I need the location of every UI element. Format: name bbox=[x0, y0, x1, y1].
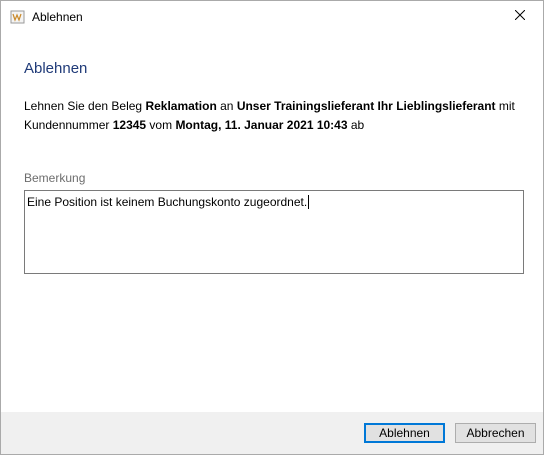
message-text: mit bbox=[495, 99, 515, 113]
reject-button[interactable]: Ablehnen bbox=[364, 423, 445, 443]
remark-label: Bemerkung bbox=[24, 171, 86, 185]
message-text: Kundennummer bbox=[24, 118, 113, 132]
document-date: Montag, 11. Januar 2021 10:43 bbox=[175, 118, 348, 132]
dialog-heading: Ablehnen bbox=[24, 60, 88, 77]
close-icon bbox=[514, 9, 526, 23]
app-icon bbox=[10, 9, 26, 25]
close-button[interactable] bbox=[497, 1, 543, 31]
remark-textarea[interactable]: Eine Position ist keinem Buchungskonto z… bbox=[24, 190, 524, 274]
message-text: vom bbox=[146, 118, 176, 132]
document-type: Reklamation bbox=[145, 99, 217, 113]
customer-number: 12345 bbox=[112, 118, 147, 132]
message-text: Lehnen Sie den Beleg bbox=[24, 99, 146, 113]
message-text: an bbox=[216, 99, 237, 113]
window-title: Ablehnen bbox=[32, 10, 83, 24]
remark-value: Eine Position ist keinem Buchungskonto z… bbox=[27, 195, 310, 209]
dialog-footer: Ablehnen Abbrechen bbox=[1, 412, 543, 454]
dialog-message: Lehnen Sie den Beleg Reklamation an Unse… bbox=[24, 97, 524, 135]
title-bar: Ablehnen bbox=[1, 1, 543, 31]
recipient-name: Unser Trainingslieferant Ihr Lieblingsli… bbox=[236, 99, 496, 113]
cancel-button[interactable]: Abbrechen bbox=[455, 423, 536, 443]
remark-text: Eine Position ist keinem Buchungskonto z… bbox=[27, 195, 308, 209]
message-text: ab bbox=[347, 118, 365, 132]
dialog-window: Ablehnen Ablehnen Lehnen Sie den Beleg R… bbox=[0, 0, 544, 455]
text-caret bbox=[308, 195, 310, 209]
